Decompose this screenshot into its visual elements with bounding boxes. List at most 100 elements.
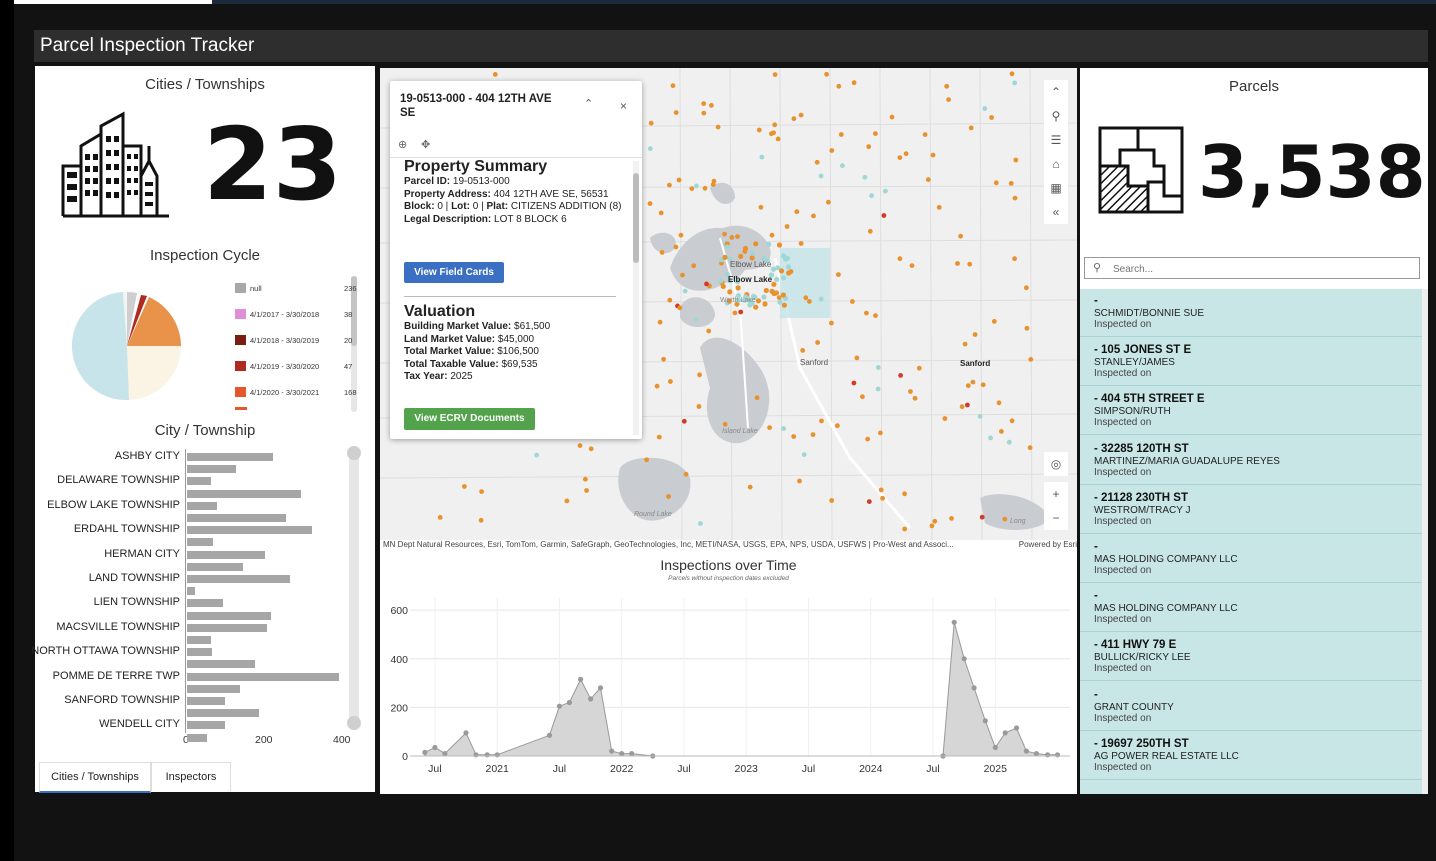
map-point[interactable] bbox=[771, 290, 777, 297]
map-point[interactable] bbox=[1009, 418, 1015, 424]
map-point[interactable] bbox=[794, 209, 800, 215]
map-point[interactable] bbox=[875, 365, 881, 370]
inspections-point[interactable] bbox=[556, 703, 562, 709]
parcel-list-item[interactable]: - 19697 250TH ST AG POWER REAL ESTATE LLC… bbox=[1080, 732, 1422, 780]
map-point[interactable] bbox=[701, 101, 707, 106]
map-point[interactable] bbox=[784, 224, 790, 229]
map-point[interactable] bbox=[925, 177, 931, 182]
map-point[interactable] bbox=[867, 228, 873, 234]
map-point[interactable] bbox=[936, 205, 942, 210]
map-point[interactable] bbox=[670, 83, 676, 89]
map-point[interactable] bbox=[959, 404, 965, 410]
parcel-list-item[interactable]: - 411 HWY 79 E BULLICK/RICKY LEE Inspected… bbox=[1080, 633, 1422, 682]
map-point[interactable] bbox=[909, 263, 915, 268]
map-point[interactable] bbox=[647, 146, 653, 152]
map-point[interactable] bbox=[873, 313, 878, 318]
map-point[interactable] bbox=[851, 380, 857, 386]
inspections-point[interactable] bbox=[629, 751, 635, 757]
map-point[interactable] bbox=[798, 241, 804, 246]
city-township-bar[interactable] bbox=[187, 477, 211, 486]
inspections-point[interactable] bbox=[951, 619, 957, 625]
map-point[interactable] bbox=[942, 416, 948, 421]
map-point[interactable] bbox=[811, 213, 816, 219]
map-point[interactable] bbox=[715, 124, 721, 130]
map-point[interactable] bbox=[835, 423, 840, 429]
city-township-bar[interactable] bbox=[187, 587, 195, 596]
map-point[interactable] bbox=[902, 526, 908, 532]
map-point[interactable] bbox=[864, 310, 869, 316]
map-point[interactable] bbox=[897, 256, 903, 262]
map-point[interactable] bbox=[807, 299, 812, 304]
map-point[interactable] bbox=[800, 348, 806, 353]
map-point[interactable] bbox=[691, 263, 697, 269]
map-point[interactable] bbox=[860, 394, 865, 400]
map-point[interactable] bbox=[722, 231, 727, 237]
city-township-bar[interactable] bbox=[187, 623, 267, 632]
map-point[interactable] bbox=[696, 404, 702, 409]
map-point[interactable] bbox=[902, 491, 907, 497]
map-point[interactable] bbox=[709, 103, 714, 108]
map-point[interactable] bbox=[753, 241, 759, 247]
map-point[interactable] bbox=[1024, 285, 1029, 291]
map-point[interactable] bbox=[771, 130, 776, 136]
map-point[interactable] bbox=[944, 83, 950, 89]
map-point[interactable] bbox=[738, 253, 744, 259]
map-point[interactable] bbox=[755, 298, 761, 304]
parcel-list-item[interactable]: - SCHMIDT/BONNIE SUE Inspected on bbox=[1080, 289, 1422, 337]
home-icon[interactable]: ⌂ bbox=[1044, 152, 1068, 176]
map-point[interactable] bbox=[875, 386, 881, 392]
map-point[interactable] bbox=[759, 154, 765, 160]
city-township-bar[interactable] bbox=[187, 636, 211, 644]
map-point[interactable] bbox=[866, 499, 872, 504]
map-point[interactable] bbox=[1012, 195, 1018, 201]
map-point[interactable] bbox=[798, 112, 804, 118]
map-point[interactable] bbox=[681, 418, 687, 424]
map-point[interactable] bbox=[680, 272, 685, 278]
map-point[interactable] bbox=[865, 436, 871, 442]
city-township-bar[interactable] bbox=[187, 660, 255, 669]
map-point[interactable] bbox=[676, 177, 682, 183]
collapse-up-icon[interactable]: ⌃ bbox=[1044, 80, 1068, 104]
parcel-list-item[interactable]: - 32285 120TH ST MARTINEZ/MARIA GUADALUPE… bbox=[1080, 437, 1422, 485]
map-point[interactable] bbox=[747, 484, 753, 490]
map-point[interactable] bbox=[678, 232, 684, 238]
map-point[interactable] bbox=[946, 97, 951, 102]
inspections-point[interactable] bbox=[442, 751, 448, 757]
city-township-bar[interactable] bbox=[187, 697, 225, 705]
map-point[interactable] bbox=[878, 430, 883, 436]
map-point[interactable] bbox=[478, 517, 484, 523]
map-point[interactable] bbox=[584, 488, 589, 493]
parcel-list-item[interactable]: - MAS HOLDING COMPANY LLC Inspected on bbox=[1080, 535, 1422, 583]
map-point[interactable] bbox=[769, 232, 775, 238]
legend-item[interactable]: null 236 bbox=[235, 283, 357, 293]
popup-scrollbar[interactable] bbox=[633, 161, 639, 435]
map-point[interactable] bbox=[1013, 157, 1019, 163]
map-point[interactable] bbox=[1002, 516, 1008, 522]
pan-move-icon[interactable]: ✥ bbox=[421, 138, 430, 151]
map-point[interactable] bbox=[763, 287, 769, 294]
map-point[interactable] bbox=[824, 71, 829, 77]
inspections-point[interactable] bbox=[1013, 725, 1020, 731]
map-point[interactable] bbox=[955, 261, 960, 266]
map-point[interactable] bbox=[780, 253, 787, 259]
inspections-point[interactable] bbox=[992, 744, 998, 751]
map-point[interactable] bbox=[694, 183, 699, 189]
map-point[interactable] bbox=[689, 186, 695, 191]
map-point[interactable] bbox=[673, 244, 679, 250]
city-township-bar[interactable] bbox=[187, 550, 265, 559]
inspections-point[interactable] bbox=[1054, 752, 1061, 758]
popup-scrollbar-thumb[interactable] bbox=[633, 173, 639, 263]
map-point[interactable] bbox=[738, 309, 744, 315]
map-point[interactable] bbox=[758, 204, 764, 210]
map-point[interactable] bbox=[801, 452, 807, 457]
map-point[interactable] bbox=[1008, 181, 1014, 186]
map-point[interactable] bbox=[564, 498, 570, 504]
inspections-point[interactable] bbox=[597, 685, 604, 691]
chevron-up-icon[interactable]: ⌃ bbox=[584, 97, 593, 110]
parcel-list-scrollbar[interactable] bbox=[1422, 289, 1428, 794]
map-point[interactable] bbox=[977, 414, 983, 419]
parcel-search-input[interactable] bbox=[1111, 260, 1415, 278]
map-point[interactable] bbox=[704, 281, 709, 287]
city-township-bar[interactable] bbox=[187, 672, 339, 681]
map-point[interactable] bbox=[656, 434, 662, 440]
